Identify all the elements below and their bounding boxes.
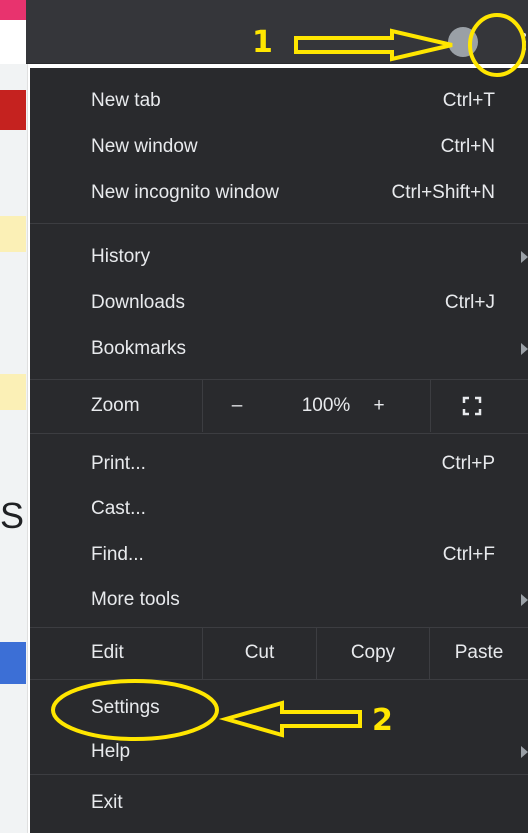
edit-row: Edit Cut Copy Paste: [30, 627, 528, 679]
menu-item-more-tools[interactable]: More tools: [30, 577, 528, 623]
menu-item-new-tab[interactable]: New tab Ctrl+T: [30, 78, 528, 124]
menu-item-help[interactable]: Help: [30, 729, 528, 775]
cut-button[interactable]: Cut: [203, 627, 316, 679]
menu-item-shortcut: Ctrl+Shift+N: [391, 182, 495, 203]
menu-item-find[interactable]: Find... Ctrl+F: [30, 532, 528, 578]
zoom-divider: [430, 380, 431, 432]
zoom-out-button[interactable]: –: [222, 380, 252, 432]
paste-button[interactable]: Paste: [430, 627, 528, 679]
menu-item-label: Print...: [91, 453, 146, 474]
page-accent-mark: [0, 374, 26, 410]
annotation-step-1-label: 1: [252, 25, 273, 60]
menu-item-cast[interactable]: Cast...: [30, 486, 528, 532]
menu-item-label: Exit: [91, 792, 123, 813]
fullscreen-icon[interactable]: [450, 380, 494, 432]
menu-dot: [522, 47, 526, 51]
menu-item-downloads[interactable]: Downloads Ctrl+J: [30, 280, 528, 326]
copy-button[interactable]: Copy: [317, 627, 429, 679]
menu-item-bookmarks[interactable]: Bookmarks: [30, 326, 528, 372]
zoom-level: 100%: [301, 395, 351, 416]
menu-item-exit[interactable]: Exit: [30, 780, 528, 826]
menu-item-label: New incognito window: [91, 182, 279, 203]
browser-tab-edge: [0, 0, 26, 20]
page-accent-mark: [0, 90, 26, 130]
menu-separator: [30, 679, 528, 680]
zoom-label: Zoom: [91, 395, 140, 416]
edit-label: Edit: [91, 642, 124, 663]
page-left-edge: [0, 64, 28, 833]
menu-item-label: Help: [91, 741, 131, 762]
menu-dot: [522, 33, 526, 37]
menu-item-new-incognito-window[interactable]: New incognito window Ctrl+Shift+N: [30, 170, 528, 216]
three-dot-menu-icon[interactable]: [509, 27, 528, 57]
menu-item-label: Cast...: [91, 498, 146, 519]
chrome-main-menu: New tab Ctrl+T New window Ctrl+N New inc…: [30, 68, 528, 833]
submenu-arrow-icon: [521, 343, 528, 355]
menu-item-history[interactable]: History: [30, 234, 528, 280]
menu-item-settings[interactable]: Settings: [30, 685, 528, 731]
zoom-row: Zoom – 100% +: [30, 380, 528, 432]
menu-item-new-window[interactable]: New window Ctrl+N: [30, 124, 528, 170]
menu-item-label: Find...: [91, 544, 144, 565]
menu-item-label: New window: [91, 136, 198, 157]
menu-item-shortcut: Ctrl+P: [441, 453, 495, 474]
zoom-in-button[interactable]: +: [364, 380, 394, 432]
menu-item-label: Downloads: [91, 292, 185, 313]
browser-toolbar: [26, 0, 528, 64]
submenu-arrow-icon: [521, 251, 528, 263]
menu-item-label: Bookmarks: [91, 338, 187, 359]
page-accent-mark: [0, 642, 26, 684]
menu-separator: [30, 774, 528, 775]
menu-item-label: Settings: [91, 697, 160, 718]
menu-item-shortcut: Ctrl+J: [444, 292, 495, 313]
menu-item-shortcut: Ctrl+T: [442, 90, 495, 111]
menu-item-shortcut: Ctrl+N: [440, 136, 495, 157]
menu-item-label: More tools: [91, 589, 180, 610]
menu-dot: [522, 40, 526, 44]
annotation-step-2-label: 2: [372, 703, 393, 738]
profile-avatar-icon[interactable]: [448, 27, 478, 57]
menu-separator: [30, 223, 528, 224]
page-accent-mark: [0, 216, 26, 252]
menu-item-label: History: [91, 246, 151, 267]
zoom-divider: [202, 380, 203, 432]
menu-separator: [30, 433, 528, 434]
submenu-arrow-icon: [521, 594, 528, 606]
menu-item-shortcut: Ctrl+F: [442, 544, 495, 565]
menu-item-label: New tab: [91, 90, 161, 111]
submenu-arrow-icon: [521, 746, 528, 758]
page-text-fragment: S: [0, 495, 25, 536]
menu-item-print[interactable]: Print... Ctrl+P: [30, 441, 528, 487]
